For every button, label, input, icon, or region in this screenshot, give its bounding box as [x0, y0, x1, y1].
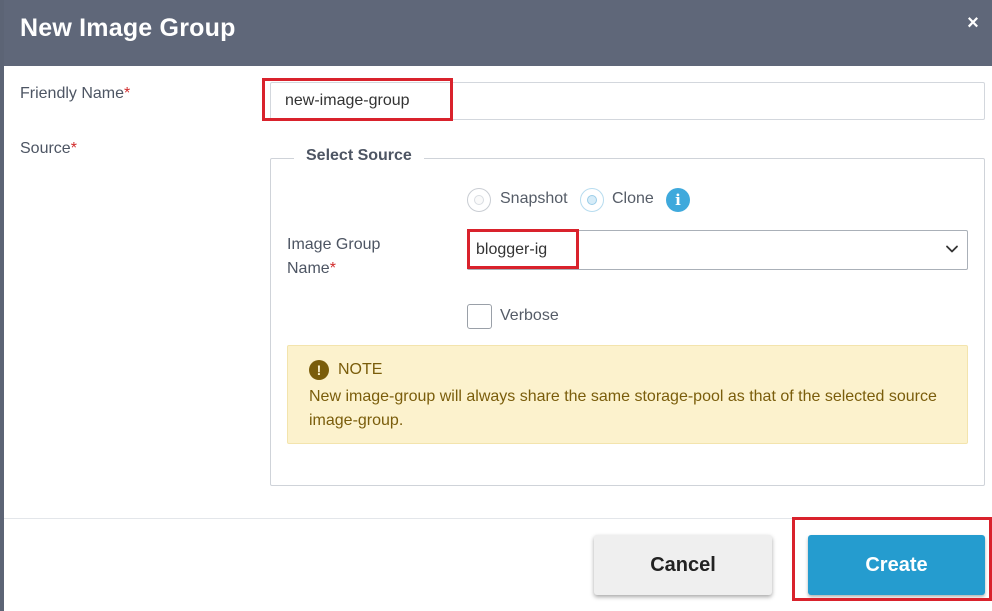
close-icon[interactable]: ×: [964, 12, 982, 34]
note-title: NOTE: [338, 361, 383, 378]
radio-dot: [587, 195, 597, 205]
new-image-group-dialog: New Image Group × Friendly Name* Source*…: [4, 0, 992, 611]
note-text: New image-group will always share the sa…: [309, 388, 937, 429]
image-group-name-label-line2: Name: [287, 260, 330, 277]
friendly-name-label: Friendly Name*: [20, 85, 130, 103]
snapshot-radio-label[interactable]: Snapshot: [500, 190, 568, 208]
note-box: ! NOTE New image-group will always share…: [287, 345, 968, 444]
image-group-name-label-line1: Image Group: [287, 236, 381, 253]
dialog-title: New Image Group: [20, 14, 236, 42]
select-source-legend: Select Source: [294, 147, 424, 165]
image-group-name-label-line2-wrap: Name*: [287, 257, 380, 281]
friendly-name-input[interactable]: [270, 82, 985, 120]
cancel-button[interactable]: Cancel: [594, 535, 772, 595]
image-group-name-selected-value: blogger-ig: [476, 241, 548, 258]
source-label-text: Source: [20, 140, 71, 157]
info-icon[interactable]: i: [666, 188, 690, 212]
required-marker: *: [124, 85, 131, 102]
create-button[interactable]: Create: [808, 535, 985, 595]
friendly-name-label-text: Friendly Name: [20, 85, 125, 102]
exclamation-icon: !: [309, 360, 329, 380]
image-group-name-label: Image Group Name*: [287, 233, 380, 281]
snapshot-radio[interactable]: [467, 188, 491, 212]
source-label: Source*: [20, 140, 77, 158]
image-group-name-select[interactable]: blogger-ig: [467, 230, 968, 270]
radio-dot: [474, 195, 484, 205]
verbose-checkbox[interactable]: [467, 304, 492, 329]
clone-radio-label[interactable]: Clone: [612, 190, 654, 208]
verbose-label[interactable]: Verbose: [500, 307, 559, 325]
dialog-header: New Image Group ×: [4, 0, 992, 66]
required-marker: *: [329, 260, 336, 277]
chevron-down-icon: [946, 245, 958, 253]
footer-divider: [4, 518, 992, 519]
clone-radio[interactable]: [580, 188, 604, 212]
required-marker: *: [70, 140, 77, 157]
